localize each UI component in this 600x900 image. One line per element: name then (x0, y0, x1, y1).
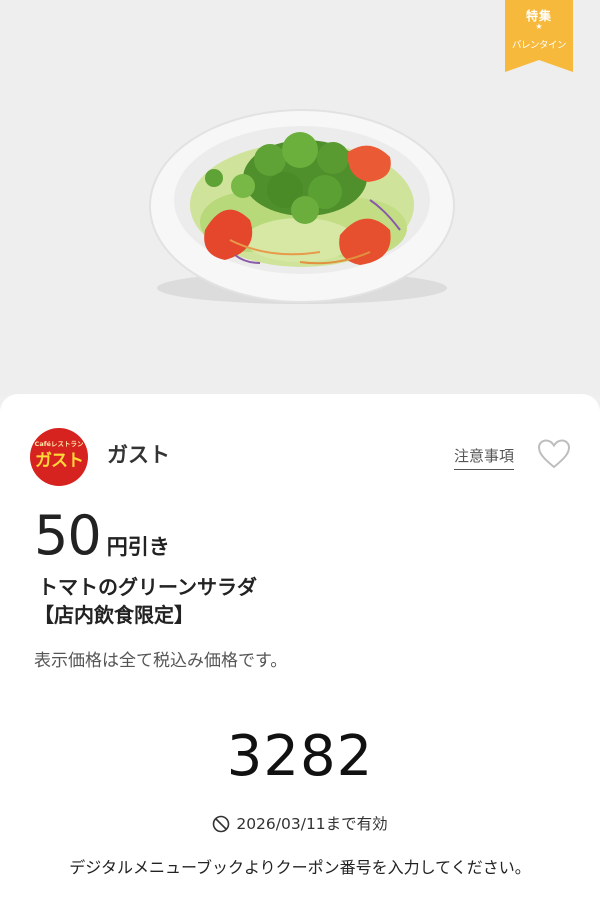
item-name: トマトのグリーンサラダ (38, 575, 257, 599)
coupon-code: 3282 (226, 724, 374, 789)
store-logo: Caféレストラン ガスト (30, 428, 88, 486)
ribbon-subtitle: バレンタイン (511, 40, 567, 51)
no-entry-icon (213, 815, 230, 833)
store-name: ガスト (107, 443, 170, 467)
discount-amount: 50 円引き (34, 504, 170, 567)
coupon-card: Caféレストラン ガスト ガスト 注意事項 50 円引き トマトのグリーンサラダ… (0, 394, 600, 900)
campaign-ribbon[interactable]: 特集 ★ バレンタイン (505, 0, 573, 72)
instruction-text: デジタルメニューブックよりクーポン番号を入力してください。 (69, 858, 531, 877)
heart-icon[interactable] (537, 438, 571, 470)
star-icon: ★ (535, 22, 543, 31)
discount-unit: 円引き (106, 535, 170, 559)
tax-note: 表示価格は全て税込み価格です。 (34, 651, 288, 671)
validity-text: 2026/03/11まで有効 (236, 815, 388, 833)
item-condition: 【店内飲食限定】 (34, 603, 194, 627)
discount-value: 50 (34, 504, 102, 567)
notes-link[interactable]: 注意事項 (454, 445, 515, 470)
logo-wordmark: ガスト (35, 451, 84, 471)
validity-line: 2026/03/11まで有効 (0, 812, 600, 834)
